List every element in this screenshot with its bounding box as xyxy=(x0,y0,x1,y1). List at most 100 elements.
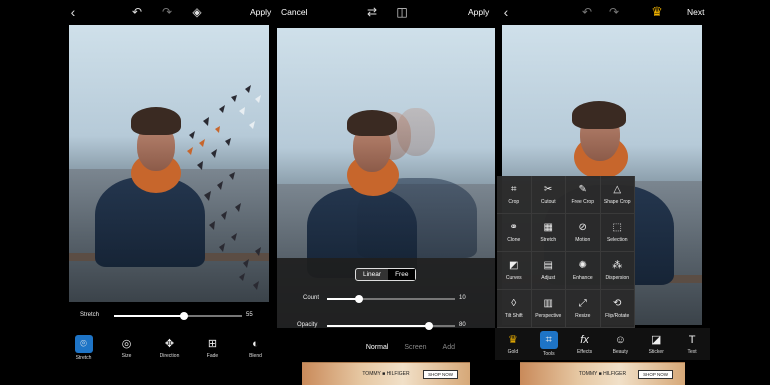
chevron-left-icon[interactable]: ‹ xyxy=(66,0,80,24)
top-bar: ‹ ↶ ↷ ♛ Next xyxy=(495,0,710,24)
tool-crop[interactable]: ⌗ Crop xyxy=(497,176,532,214)
tab-text[interactable]: T Text xyxy=(674,328,710,360)
tool-free-crop[interactable]: ✎ Free Crop xyxy=(566,176,601,214)
clone-icon: ⚭ xyxy=(509,222,518,233)
tool-flip-rotate[interactable]: ⟲ Flip/Rotate xyxy=(600,290,635,328)
top-bar: ‹ ↶ ↷ ◈ Apply xyxy=(62,0,277,24)
swap-icon[interactable]: ⇄ xyxy=(365,0,379,24)
tool-label: Crop xyxy=(508,199,520,205)
mode-normal[interactable]: Normal xyxy=(366,344,389,351)
tool-curves[interactable]: ◩ Curves xyxy=(497,252,532,290)
shop-now-button[interactable]: SHOP NOW xyxy=(423,369,458,379)
count-slider[interactable]: Count 10 xyxy=(277,291,495,307)
crown-icon[interactable]: ♛ xyxy=(649,0,665,24)
text-icon: T xyxy=(688,334,696,346)
fade-icon: ⊞ xyxy=(207,338,218,350)
slider-knob[interactable] xyxy=(425,322,434,330)
tool-selection[interactable]: ⬚ Selection xyxy=(600,214,635,252)
tool-label: Size xyxy=(121,353,132,359)
shape-crop-icon: △ xyxy=(613,184,622,195)
ad-banner[interactable]: TOMMY ■ HILFIGER SHOP NOW xyxy=(302,362,470,385)
segment-linear[interactable]: Linear xyxy=(356,269,388,280)
tool-stretch[interactable]: ⌾ Stretch xyxy=(62,330,105,366)
tool-shape-crop[interactable]: △ Shape Crop xyxy=(600,176,635,214)
tool-dispersion[interactable]: ⁂ Dispersion xyxy=(600,252,635,290)
ad-brand: TOMMY ■ HILFIGER xyxy=(362,371,410,377)
tool-label: Cutout xyxy=(540,199,556,205)
tab-sticker[interactable]: ◪ Sticker xyxy=(638,328,674,360)
redo-icon[interactable]: ↷ xyxy=(160,0,174,24)
tool-enhance[interactable]: ✺ Enhance xyxy=(566,252,601,290)
tool-label: Motion xyxy=(575,237,591,243)
segment-free[interactable]: Free xyxy=(388,269,416,280)
dispersion-icon: ⁂ xyxy=(612,260,623,271)
tool-label: Resize xyxy=(575,313,591,319)
slider-label: Stretch xyxy=(80,312,100,318)
eraser-icon[interactable]: ◈ xyxy=(190,0,204,24)
motion-icon: ⊘ xyxy=(578,222,587,233)
sticker-icon: ◪ xyxy=(651,334,662,346)
tool-clone[interactable]: ⚭ Clone xyxy=(497,214,532,252)
tool-label: Free Crop xyxy=(571,199,594,205)
curves-icon: ◩ xyxy=(509,260,519,271)
stretch-slider[interactable]: Stretch 55 xyxy=(62,308,277,324)
compare-icon[interactable]: ◫ xyxy=(395,0,409,24)
tool-label: Tilt Shift xyxy=(504,313,523,319)
tools-grid: ⌗ Crop ✂ Cutout ✎ Free Crop △ Shape Crop ⚭ Clone ▦… xyxy=(497,176,635,328)
chevron-left-icon[interactable]: ‹ xyxy=(499,0,513,24)
cancel-button[interactable]: Cancel xyxy=(281,0,307,24)
tool-resize[interactable]: ⤢ Resize xyxy=(566,290,601,328)
tool-size[interactable]: ◎ Size xyxy=(105,330,148,366)
tool-direction[interactable]: ✥ Direction xyxy=(148,330,191,366)
stretch-icon: ▦ xyxy=(543,222,553,233)
tool-perspective[interactable]: ▥ Perspective xyxy=(531,290,566,328)
cutout-icon: ✂ xyxy=(544,184,553,195)
free-crop-icon: ✎ xyxy=(578,184,587,195)
main-toolbar: ♛ Gold ⌗ Tools fx Effects ☺ Beauty ◪ Sticker T Text xyxy=(495,328,710,360)
fx-icon: fx xyxy=(580,334,589,346)
slider-knob[interactable] xyxy=(355,295,363,303)
mode-segmented-control: Linear Free xyxy=(355,268,417,281)
motion-editor-screen: Cancel ⇄ ◫ Apply Linear Free Count 10 Op… xyxy=(277,0,495,385)
slider-label: Count xyxy=(303,295,320,301)
undo-icon[interactable]: ↶ xyxy=(130,0,144,24)
tab-beauty[interactable]: ☺ Beauty xyxy=(602,328,638,360)
apply-button[interactable]: Apply xyxy=(468,0,489,24)
perspective-icon: ▥ xyxy=(543,298,553,309)
tool-fade[interactable]: ⊞ Fade xyxy=(191,330,234,366)
tab-tools[interactable]: ⌗ Tools xyxy=(531,328,567,360)
tool-label: Shape Crop xyxy=(603,199,631,205)
tool-tilt-shift[interactable]: ◊ Tilt Shift xyxy=(497,290,532,328)
stretch-icon: ⌾ xyxy=(74,335,93,353)
tab-label: Effects xyxy=(576,349,593,355)
tab-label: Gold xyxy=(507,349,519,355)
next-button[interactable]: Next xyxy=(687,0,704,24)
tool-label: Blend xyxy=(249,353,262,359)
blend-icon: ◐ xyxy=(252,338,259,350)
tools-menu-screen: ‹ ↶ ↷ ♛ Next ⌗ Crop ✂ Cutout ✎ Free Crop △ Shap… xyxy=(495,0,710,385)
shop-now-button[interactable]: SHOP NOW xyxy=(638,369,673,379)
dispersion-toolbar: ⌾ Stretch ◎ Size ✥ Direction ⊞ Fade ◐ Blend xyxy=(62,330,277,366)
tool-label: Curves xyxy=(505,275,522,281)
photo-canvas[interactable] xyxy=(69,25,269,302)
tool-adjust[interactable]: ▤ Adjust xyxy=(531,252,566,290)
tool-blend[interactable]: ◐ Blend xyxy=(234,330,277,366)
tab-label: Tools xyxy=(542,351,555,357)
mode-add[interactable]: Add xyxy=(443,344,455,351)
enhance-icon: ✺ xyxy=(578,260,587,271)
tab-effects[interactable]: fx Effects xyxy=(567,328,603,360)
ad-banner[interactable]: TOMMY ■ HILFIGER SHOP NOW xyxy=(520,362,685,385)
tool-stretch[interactable]: ▦ Stretch xyxy=(531,214,566,252)
tool-label: Clone xyxy=(507,237,521,243)
undo-icon[interactable]: ↶ xyxy=(580,0,594,24)
tab-gold[interactable]: ♛ Gold xyxy=(495,328,531,360)
tool-cutout[interactable]: ✂ Cutout xyxy=(531,176,566,214)
slider-knob[interactable] xyxy=(180,312,189,320)
mode-screen[interactable]: Screen xyxy=(404,344,426,351)
opacity-slider[interactable]: Opacity 80 xyxy=(277,318,495,334)
flip-rotate-icon: ⟲ xyxy=(613,298,622,309)
tool-motion[interactable]: ⊘ Motion xyxy=(566,214,601,252)
apply-button[interactable]: Apply xyxy=(250,0,271,24)
redo-icon[interactable]: ↷ xyxy=(607,0,621,24)
dispersion-particles xyxy=(187,85,261,290)
